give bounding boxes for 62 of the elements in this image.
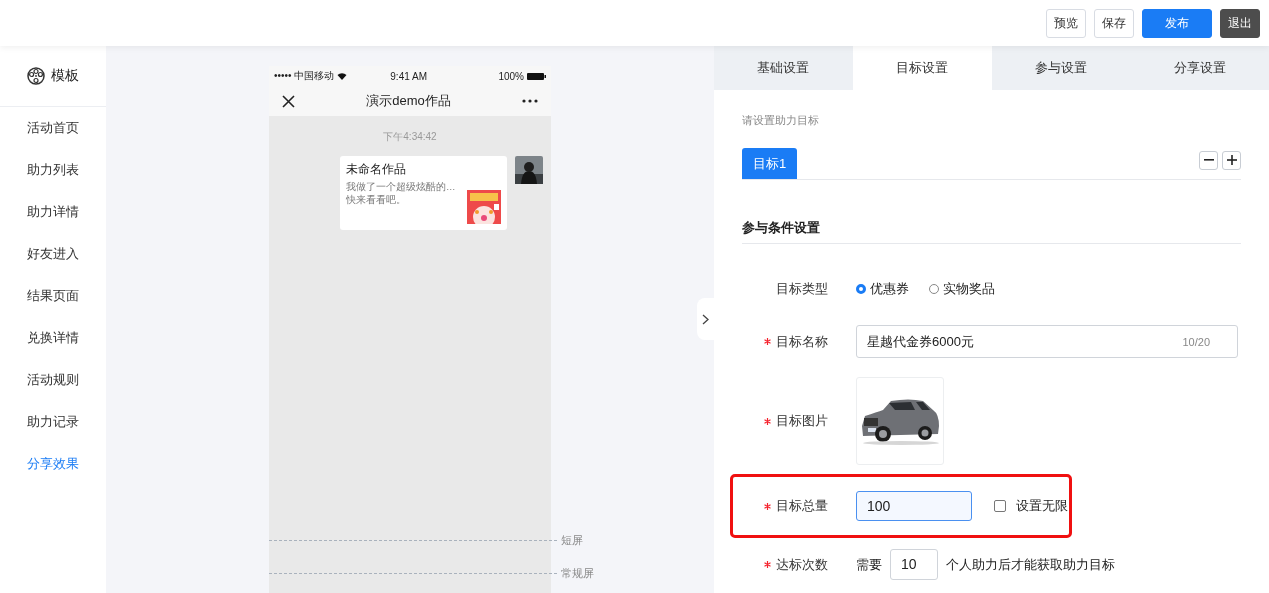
sidebar-title: 模板	[51, 67, 79, 85]
radio-option[interactable]: 优惠券	[856, 279, 909, 298]
more-icon[interactable]	[522, 99, 538, 103]
field-label: 目标类型	[776, 279, 828, 298]
toolbar-button[interactable]: 保存	[1094, 8, 1134, 38]
checkbox[interactable]	[994, 500, 1006, 512]
film-reel-icon	[27, 67, 45, 85]
settings-tab[interactable]: 参与设置	[991, 46, 1131, 90]
sidebar-item[interactable]: 活动规则	[0, 359, 106, 401]
collapse-handle[interactable]	[697, 298, 714, 340]
battery-text: 100%	[498, 70, 524, 82]
sidebar-item[interactable]: 兑换详情	[0, 317, 106, 359]
sidebar-item[interactable]: 结果页面	[0, 275, 106, 317]
radio-option[interactable]: 实物奖品	[929, 279, 995, 298]
image-upload[interactable]	[856, 377, 944, 465]
settings-tab[interactable]: 分享设置	[1130, 46, 1269, 90]
close-icon[interactable]	[282, 94, 295, 108]
card-text: 快来看看吧。	[346, 193, 407, 206]
card-text: 我做了一个超级炫酷的…	[346, 180, 456, 193]
input-field[interactable]: 10	[890, 549, 938, 580]
settings-tab[interactable]: 基础设置	[714, 46, 853, 90]
sidebar-item[interactable]: 助力记录	[0, 401, 106, 443]
toolbar-button[interactable]: 预览	[1046, 8, 1086, 38]
marker-label: 常规屏	[561, 566, 594, 581]
sidebar-item[interactable]: 分享效果	[0, 443, 106, 485]
clock-text: 9:41 AM	[390, 70, 428, 82]
field-label: 目标名称	[776, 332, 828, 351]
field-label: 目标总量	[776, 497, 828, 515]
card-title: 未命名作品	[346, 161, 407, 178]
prefix-text: 需要	[856, 555, 882, 574]
share-card[interactable]: 未命名作品 我做了一个超级炫酷的… 快来看看吧。	[340, 156, 507, 230]
settings-tab[interactable]: 目标设置	[852, 46, 992, 90]
field-label: 达标次数	[776, 555, 828, 574]
marker-label: 短屏	[561, 533, 583, 548]
goal-tab[interactable]: 目标1	[742, 148, 798, 179]
radio-icon[interactable]	[929, 283, 939, 294]
toolbar-button[interactable]: 退出	[1220, 8, 1260, 38]
carrier-text: ••••• 中国移动	[274, 69, 335, 83]
remove-goal-button[interactable]	[1199, 150, 1218, 170]
sidebar-item[interactable]: 好友进入	[0, 233, 106, 275]
character-counter: 10/20	[1182, 335, 1210, 348]
radio-icon[interactable]	[856, 283, 866, 294]
input-field[interactable]: 星越代金券6000元 10/20	[856, 325, 1238, 358]
minus-icon	[1203, 159, 1214, 161]
field-value: 星越代金券6000元	[867, 332, 974, 351]
sidebar-item[interactable]: 活动首页	[0, 107, 106, 149]
checkbox-option[interactable]: 设置无限	[994, 497, 1068, 515]
page-title: 演示demo作品	[365, 92, 452, 110]
field-label: 目标图片	[776, 412, 828, 430]
add-goal-button[interactable]	[1222, 150, 1241, 170]
plus-icon	[1226, 155, 1237, 165]
wifi-icon	[337, 72, 348, 80]
battery-icon	[527, 72, 546, 80]
sidebar-item[interactable]: 助力列表	[0, 149, 106, 191]
suffix-text: 个人助力后才能获取助力目标	[946, 555, 1115, 574]
chevron-right-icon	[702, 313, 709, 325]
message-time: 下午4:34:42	[382, 130, 438, 144]
section-title: 参与条件设置	[742, 219, 1241, 244]
input-field[interactable]: 100	[856, 491, 972, 521]
publish-button[interactable]: 发布	[1142, 8, 1212, 38]
sidebar-item[interactable]: 助力详情	[0, 191, 106, 233]
hint-text: 请设置助力目标	[742, 113, 820, 128]
